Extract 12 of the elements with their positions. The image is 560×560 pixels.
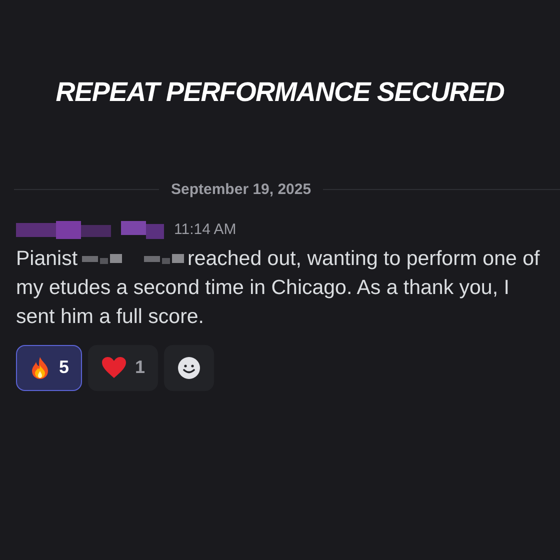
smiley-icon — [177, 356, 202, 380]
redacted-name-drawing — [82, 253, 122, 266]
date-divider: September 19, 2025 — [171, 180, 312, 200]
fire-icon — [29, 356, 51, 380]
redacted-name-drawing — [144, 253, 184, 266]
message-text: Pianist reached out, wanting to perform one of my etudes a second time in Chicago. As a thank you, I sent him a full score. — [16, 246, 541, 330]
reaction-button[interactable]: 1 — [88, 344, 158, 390]
add-reaction-button[interactable] — [164, 344, 214, 390]
heart-icon — [101, 356, 128, 379]
headline: REPEAT PERFORMANCE SECURED — [56, 76, 504, 109]
reaction-button[interactable]: 5 — [16, 344, 82, 390]
timestamp: 11:14 AM — [174, 220, 236, 240]
